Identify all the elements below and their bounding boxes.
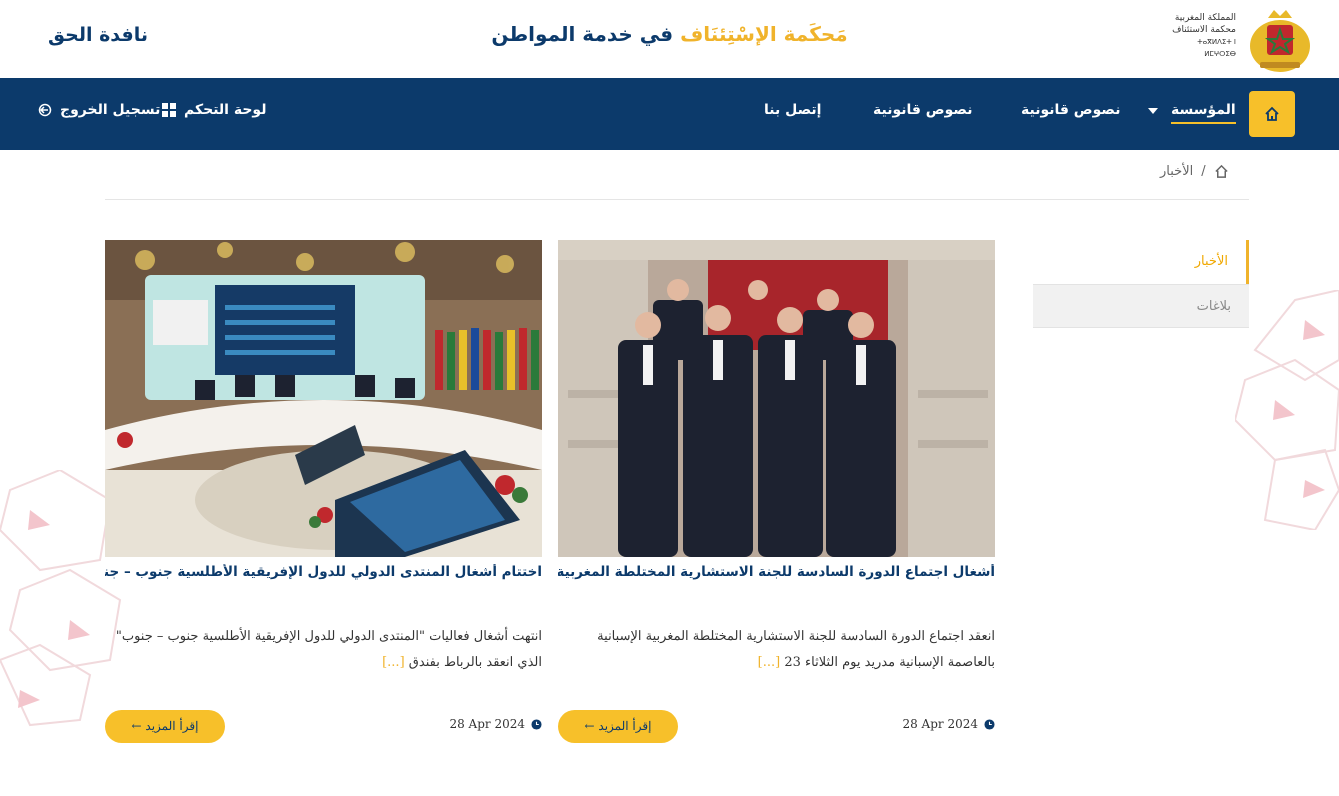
date-text: 28 Apr 2024 [902, 717, 978, 731]
article-excerpt: انعقد اجتماع الدورة السادسة للجنة الاستش… [558, 624, 995, 676]
breadcrumb-current: الأخبار [1160, 164, 1194, 179]
read-more-button[interactable]: إقرأ المزيد ← [105, 710, 225, 743]
sidebar-item-news[interactable]: الأخبار [1033, 240, 1249, 284]
article-date: 28 Apr 2024 [902, 717, 995, 731]
article-title[interactable]: أشغال اجتماع الدورة السادسة للجنة الاستش… [558, 564, 995, 580]
sidebar-item-announcements[interactable]: بلاغات [1033, 284, 1249, 328]
emblem-line-1: المملكة المغربية [1174, 13, 1236, 23]
logout-label: تسجيل الخروج [60, 102, 161, 118]
article-title[interactable]: اختتام أشغال المنتدى الدولي للدول الإفري… [105, 564, 542, 580]
site-title-service: في خدمة المواطن [491, 22, 674, 46]
clock-icon [531, 718, 542, 730]
dashboard-label: لوحة التحكم [184, 102, 267, 118]
article-date: 28 Apr 2024 [449, 717, 542, 731]
category-sidebar: الأخبار بلاغات [1033, 240, 1249, 328]
date-text: 28 Apr 2024 [449, 717, 525, 731]
nav-item-legal-texts-2[interactable]: نصوص قانونية [873, 102, 972, 118]
more-ellipsis: [...] [757, 655, 781, 670]
kingdom-name-text: المملكة المغربية محكمة الاستئناف ⵜⴰⴳⵍⴷⵉⵜ… [1164, 12, 1236, 70]
news-card: اختتام أشغال المنتدى الدولي للدول الإفري… [105, 240, 542, 743]
emblem-line-2: محكمة الاستئناف [1172, 25, 1236, 35]
news-photo-delegation[interactable] [558, 240, 995, 557]
dashboard-grid-icon [162, 103, 176, 117]
article-excerpt: انتهت أشغال فعاليات "المنتدى الدولي للدو… [105, 624, 542, 676]
nav-item-contact[interactable]: إتصل بنا [764, 102, 821, 118]
chevron-down-icon[interactable] [1148, 108, 1158, 114]
royal-emblem-icon [1250, 10, 1310, 72]
home-icon [1265, 106, 1279, 121]
nav-item-institution[interactable]: المؤسسة [1171, 102, 1236, 124]
decorative-pattern-right [1235, 290, 1339, 530]
breadcrumb-separator: / [1201, 164, 1206, 179]
excerpt-text: انتهت أشغال فعاليات "المنتدى الدولي للدو… [115, 629, 542, 670]
site-title: مَحكَمة الإسْتِئنَاف في خدمة المواطن [0, 22, 1339, 46]
news-photo-forum[interactable] [105, 240, 542, 557]
logout-link[interactable]: تسجيل الخروج [38, 102, 160, 118]
more-ellipsis: [...] [382, 655, 405, 670]
clock-icon [984, 718, 995, 730]
breadcrumb-divider [105, 199, 1249, 200]
excerpt-text: انعقد اجتماع الدورة السادسة للجنة الاستش… [597, 629, 995, 670]
main-navbar: المؤسسة نصوص قانونية نصوص قانونية إتصل ب… [0, 78, 1339, 150]
home-icon[interactable] [1214, 164, 1229, 179]
emblem-line-3: ⵜⴰⴳⵍⴷⵉⵜ ⵏ ⵍⵎⵖⵔⵉⴱ [1197, 38, 1236, 58]
read-more-button[interactable]: إقرأ المزيد ← [558, 710, 678, 743]
logout-icon [38, 103, 52, 117]
site-title-court: مَحكَمة الإسْتِئنَاف [680, 22, 848, 46]
top-header: نافدة الحق مَحكَمة الإسْتِئنَاف في خدمة … [0, 0, 1339, 78]
nav-item-legal-texts-1[interactable]: نصوص قانونية [1021, 102, 1120, 118]
news-card: أشغال اجتماع الدورة السادسة للجنة الاستش… [558, 240, 995, 743]
dashboard-link[interactable]: لوحة التحكم [162, 102, 266, 118]
breadcrumb: الأخبار / [1160, 164, 1229, 179]
home-button[interactable] [1249, 91, 1295, 137]
